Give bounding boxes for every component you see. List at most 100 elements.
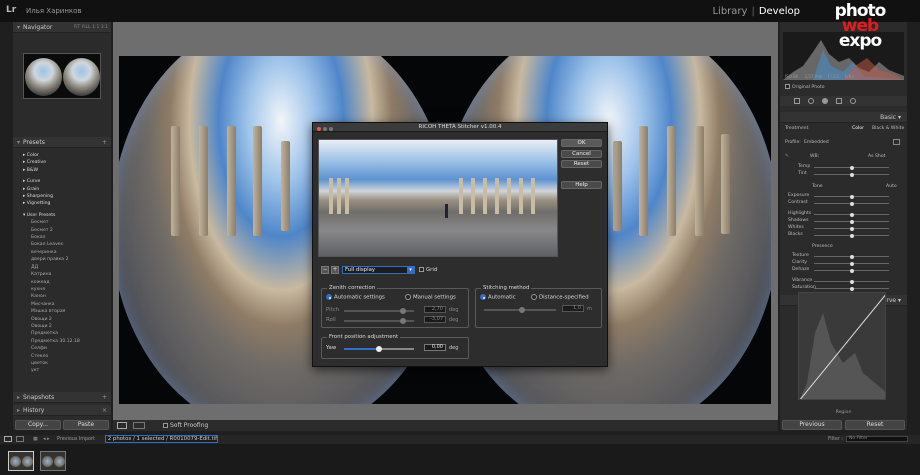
add-preset-icon[interactable]: + — [102, 137, 107, 148]
profile-select[interactable]: Embedded — [804, 140, 829, 145]
crop-icon[interactable] — [794, 98, 800, 104]
contrast-slider[interactable] — [814, 201, 889, 206]
pitch-field[interactable]: 2,70 — [424, 306, 446, 313]
preset-item[interactable]: Бокал Leaves — [23, 241, 111, 248]
preset-item[interactable]: Мэшка вторая — [23, 308, 111, 315]
add-snapshot-icon[interactable]: + — [102, 392, 107, 403]
preset-item[interactable]: Катрина — [23, 271, 111, 278]
pitch-slider[interactable] — [344, 308, 414, 314]
highlights-slider[interactable] — [814, 212, 889, 217]
close-window-icon[interactable] — [317, 126, 321, 131]
preset-item[interactable]: Селфи — [23, 345, 111, 352]
preset-item[interactable]: Мисчанка — [23, 301, 111, 308]
tone-auto-button[interactable]: Auto — [886, 184, 897, 189]
zoom-fit[interactable]: FIT — [74, 25, 81, 30]
zoom-1-1[interactable]: 1:1 — [92, 25, 99, 30]
before-after-icon[interactable] — [133, 422, 145, 429]
preset-item[interactable]: Предметка — [23, 330, 111, 337]
preset-item[interactable]: Бесмет 2 — [23, 227, 111, 234]
tint-slider[interactable] — [814, 172, 889, 177]
preset-item[interactable]: кухня — [23, 286, 111, 293]
grid-view-icon[interactable]: ▦ — [33, 437, 38, 442]
yaw-slider-knob[interactable] — [376, 346, 382, 352]
preset-group[interactable]: ▸ Color — [23, 152, 111, 159]
roll-slider[interactable] — [344, 318, 414, 324]
exposure-slider[interactable] — [814, 194, 889, 199]
copy-button[interactable]: Copy... — [15, 420, 61, 430]
tone-curve-graph[interactable] — [798, 292, 886, 400]
yaw-slider[interactable] — [344, 346, 414, 352]
snapshots-header[interactable]: ▸ Snapshots + — [13, 392, 111, 403]
zoom-out-button[interactable]: − — [321, 266, 329, 274]
graduated-filter-icon[interactable] — [836, 98, 842, 104]
history-header[interactable]: ▸ History × — [13, 405, 111, 416]
cancel-button[interactable]: Cancel — [561, 150, 602, 158]
filmstrip-source[interactable]: Previous Import — [57, 437, 95, 442]
region-label[interactable]: Region — [780, 410, 907, 415]
radial-filter-icon[interactable] — [850, 98, 856, 104]
temp-slider[interactable] — [814, 165, 889, 170]
preset-item[interactable]: ДД — [23, 264, 111, 271]
profile-browser-icon[interactable] — [893, 139, 900, 145]
preset-item[interactable]: цветок — [23, 360, 111, 367]
stitching-automatic-radio[interactable]: Automatic — [480, 294, 516, 301]
preset-item[interactable]: вечеринка — [23, 249, 111, 256]
loupe-view-icon[interactable] — [117, 422, 127, 429]
forward-arrow-icon[interactable]: ▸ — [47, 437, 49, 442]
clarity-slider[interactable] — [814, 261, 889, 266]
preset-item[interactable]: Канон — [23, 293, 111, 300]
preset-group[interactable]: ▸ Curve — [23, 178, 111, 185]
dialog-title-bar[interactable]: RICOH THETA Stitcher v1.00.4 — [313, 123, 607, 132]
treatment-color[interactable]: Color — [852, 126, 864, 131]
preset-item[interactable]: Бесмет — [23, 219, 111, 226]
back-arrow-icon[interactable]: ◂ — [43, 437, 45, 442]
second-window-icon[interactable] — [15, 435, 24, 442]
preset-item[interactable]: кожеад — [23, 279, 111, 286]
previous-button[interactable]: Previous — [782, 420, 842, 430]
reset-button[interactable]: Reset — [845, 420, 905, 430]
basic-header[interactable]: Basic ▾ — [780, 112, 907, 123]
preset-item[interactable]: Бокал — [23, 234, 111, 241]
original-photo-toggle[interactable]: Original Photo — [780, 84, 907, 90]
eyedropper-icon[interactable]: ✎ — [785, 154, 789, 159]
preset-item[interactable]: укт — [23, 367, 111, 374]
preset-item[interactable]: Овощи 2 — [23, 316, 111, 323]
preset-item[interactable]: Предметка 30.12.18 — [23, 338, 111, 345]
preset-group-user[interactable]: ▾ User Presets — [23, 212, 111, 219]
display-mode-select[interactable]: Full display ▾ — [342, 266, 415, 274]
preset-group[interactable]: ▸ B&W — [23, 167, 111, 174]
red-eye-icon[interactable] — [822, 98, 828, 104]
zenith-manual-radio[interactable]: Manual settings — [405, 294, 456, 301]
ok-button[interactable]: OK — [561, 139, 602, 147]
yaw-field[interactable]: 0,00 — [424, 344, 446, 351]
preset-item[interactable]: Овощи 2 — [23, 323, 111, 330]
module-library[interactable]: Library — [712, 6, 747, 17]
saturation-slider[interactable] — [814, 286, 889, 291]
navigator-header[interactable]: ▾ Navigator FIT FILL 1:1 3:1 — [13, 22, 111, 33]
preset-group[interactable]: ▸ Sharpening — [23, 193, 111, 200]
help-button[interactable]: Help — [561, 181, 602, 189]
minimize-window-icon[interactable] — [323, 126, 327, 131]
treatment-bw[interactable]: Black & White — [872, 126, 904, 131]
roll-field[interactable]: -3,07 — [424, 316, 446, 323]
main-window-icon[interactable] — [4, 435, 12, 442]
preset-item[interactable]: двери правка 2 — [23, 256, 111, 263]
zoom-window-icon[interactable] — [329, 126, 333, 131]
paste-button[interactable]: Paste — [63, 420, 109, 430]
whites-slider[interactable] — [814, 226, 889, 231]
blacks-slider[interactable] — [814, 233, 889, 238]
zoom-in-button[interactable]: + — [331, 266, 339, 274]
dehaze-slider[interactable] — [814, 268, 889, 273]
wb-select[interactable]: As Shot — [868, 154, 885, 159]
navigator-preview[interactable] — [23, 53, 101, 99]
filmstrip-thumbnail[interactable] — [40, 451, 66, 471]
clear-history-icon[interactable]: × — [102, 405, 107, 416]
distance-field[interactable]: 1,0 — [562, 305, 584, 312]
zoom-fill[interactable]: FILL — [82, 25, 91, 30]
spot-removal-icon[interactable] — [808, 98, 814, 104]
filter-select[interactable]: No Filter — [846, 435, 908, 442]
filmstrip-thumbnail-selected[interactable] — [8, 451, 34, 471]
presets-header[interactable]: ▾ Presets + — [13, 137, 111, 148]
grid-checkbox[interactable]: Grid — [419, 267, 437, 273]
preset-group[interactable]: ▸ Grain — [23, 186, 111, 193]
